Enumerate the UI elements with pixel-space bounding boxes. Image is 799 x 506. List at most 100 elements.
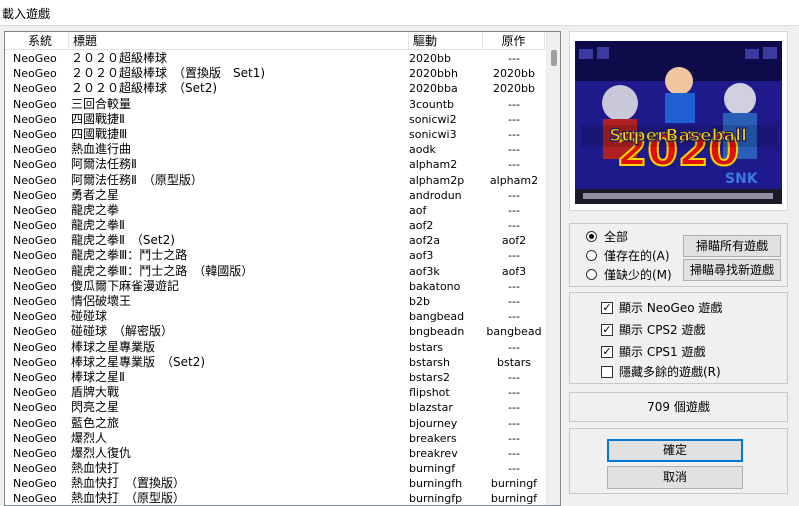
- row-title: 龍虎之拳Ⅲ：鬥士之路 （韓國版）: [71, 263, 254, 278]
- row-original: ---: [508, 279, 520, 293]
- table-row[interactable]: NeoGeo 棒球之星專業版 （Set2) bstarsh bstars: [5, 355, 545, 370]
- row-original: bstars: [496, 355, 532, 369]
- row-system: NeoGeo: [13, 82, 57, 96]
- table-row[interactable]: NeoGeo 阿爾法任務Ⅱ alpham2 ---: [5, 157, 545, 172]
- row-title: 爆烈人: [71, 430, 108, 445]
- preview-frame: 2020 SuperBaseball SNK: [569, 31, 788, 211]
- table-row[interactable]: NeoGeo 情侶破壞王 b2b ---: [5, 294, 545, 309]
- table-row[interactable]: NeoGeo ２０２０超級棒球 （置換版 Set1) 2020bbh 2020bb: [5, 66, 545, 81]
- table-row[interactable]: NeoGeo 碰碰球 （解密版） bngbeadn bangbead: [5, 324, 545, 339]
- row-system: NeoGeo: [13, 325, 57, 339]
- table-row[interactable]: NeoGeo 熱血快打 （置換版） burningfh burningf: [5, 476, 545, 491]
- row-title: 阿爾法任務Ⅱ: [71, 157, 137, 172]
- table-row[interactable]: NeoGeo 四國戰捷Ⅱ sonicwi2 ---: [5, 112, 545, 127]
- table-row[interactable]: NeoGeo 龍虎之拳Ⅲ：鬥士之路 （韓國版） aof3k aof3: [5, 264, 545, 279]
- row-driver: breakrev: [409, 446, 458, 460]
- row-driver: flipshot: [409, 386, 450, 400]
- preview-logo: SuperBaseball: [609, 126, 747, 146]
- list-scrollbar[interactable]: [546, 32, 560, 505]
- table-row[interactable]: NeoGeo 四國戰捷Ⅲ sonicwi3 ---: [5, 127, 545, 142]
- radio-missing[interactable]: [586, 269, 597, 280]
- row-system: NeoGeo: [13, 310, 57, 324]
- scrollbar-thumb[interactable]: [551, 50, 557, 66]
- row-system: NeoGeo: [13, 431, 57, 445]
- table-row[interactable]: NeoGeo 爆烈人 breakers ---: [5, 431, 545, 446]
- cancel-button[interactable]: 取消: [607, 466, 743, 489]
- row-system: NeoGeo: [13, 355, 57, 369]
- list-header: 系統 標題 驅動 原作: [5, 32, 545, 50]
- table-row[interactable]: NeoGeo 爆烈人復仇 breakrev ---: [5, 446, 545, 461]
- table-row[interactable]: NeoGeo ２０２０超級棒球 2020bb ---: [5, 51, 545, 66]
- column-header-original[interactable]: 原作: [483, 32, 545, 50]
- row-driver: 2020bbh: [409, 67, 458, 81]
- game-list[interactable]: 系統 標題 驅動 原作 NeoGeo ２０２０超級棒球 2020bb --- NeoGe…: [4, 31, 561, 506]
- row-driver: bakatono: [409, 279, 461, 293]
- table-row[interactable]: NeoGeo 熱血快打 （原型版） burningfp burningf: [5, 491, 545, 506]
- preview-art: 2020 SuperBaseball SNK: [575, 41, 782, 204]
- column-header-driver[interactable]: 驅動: [409, 32, 483, 50]
- row-title: ２０２０超級棒球: [71, 51, 168, 65]
- scan-new-button[interactable]: 掃瞄尋找新遊戲: [683, 259, 781, 281]
- table-row[interactable]: NeoGeo 棒球之星Ⅱ bstars2 ---: [5, 370, 545, 385]
- table-row[interactable]: NeoGeo 阿爾法任務Ⅱ （原型版） alpham2p alpham2: [5, 173, 545, 188]
- table-row[interactable]: NeoGeo 熱血快打 burningf ---: [5, 461, 545, 476]
- filter-option-missing-label: 僅缺少的(M): [604, 268, 672, 282]
- row-system: NeoGeo: [13, 386, 57, 400]
- ok-button[interactable]: 確定: [607, 439, 743, 462]
- show-neogeo-label: 顯示 NeoGeo 遊戲: [619, 301, 723, 315]
- column-header-system[interactable]: 系統: [5, 32, 69, 50]
- row-driver: bngbeadn: [409, 325, 465, 339]
- row-system: NeoGeo: [13, 295, 57, 308]
- table-row[interactable]: NeoGeo 龍虎之拳 aof ---: [5, 203, 545, 218]
- table-row[interactable]: NeoGeo 熱血進行曲 aodk ---: [5, 142, 545, 157]
- table-row[interactable]: NeoGeo 龍虎之拳Ⅲ：鬥士之路 aof3 ---: [5, 248, 545, 263]
- row-title: 四國戰捷Ⅲ: [71, 126, 128, 141]
- row-title: 三回合較量: [71, 96, 132, 111]
- row-driver: burningfp: [409, 492, 463, 506]
- table-row[interactable]: NeoGeo 龍虎之拳Ⅱ aof2 ---: [5, 218, 545, 233]
- row-driver: burningf: [409, 462, 456, 476]
- table-row[interactable]: NeoGeo 閃亮之星 blazstar ---: [5, 400, 545, 415]
- row-system: NeoGeo: [13, 188, 57, 202]
- table-row[interactable]: NeoGeo ２０２０超級棒球 （Set2) 2020bba 2020bb: [5, 81, 545, 96]
- show-cps1-label: 顯示 CPS1 遊戲: [619, 345, 706, 359]
- row-title: ２０２０超級棒球 （置換版 Set1): [71, 66, 266, 81]
- game-rows: NeoGeo ２０２０超級棒球 2020bb --- NeoGeo ２０２０超級棒球 （置…: [5, 51, 545, 506]
- show-cps1-checkbox[interactable]: ✓: [601, 346, 613, 358]
- row-driver: alpham2p: [409, 173, 465, 187]
- show-cps2-checkbox[interactable]: ✓: [601, 324, 613, 336]
- row-title: 盾牌大戰: [71, 385, 120, 400]
- table-row[interactable]: NeoGeo 棒球之星專業版 bstars ---: [5, 340, 545, 355]
- row-system: NeoGeo: [13, 249, 57, 263]
- scan-all-button[interactable]: 掃瞄所有遊戲: [683, 235, 781, 257]
- filter-option-existing-label: 僅存在的(A): [604, 249, 670, 263]
- row-driver: aof2a: [409, 234, 441, 248]
- row-title: 碰碰球: [71, 309, 108, 324]
- show-neogeo-checkbox[interactable]: ✓: [601, 302, 613, 314]
- radio-all[interactable]: [586, 231, 597, 242]
- table-row[interactable]: NeoGeo 勇者之星 androdun ---: [5, 188, 545, 203]
- table-row[interactable]: NeoGeo 龍虎之拳Ⅱ （Set2) aof2a aof2: [5, 233, 545, 248]
- row-title: 龍虎之拳Ⅲ：鬥士之路: [71, 248, 188, 263]
- table-row[interactable]: NeoGeo 盾牌大戰 flipshot ---: [5, 385, 545, 400]
- column-header-title[interactable]: 標題: [69, 32, 409, 50]
- row-system: NeoGeo: [13, 401, 57, 415]
- row-original: ---: [508, 249, 520, 263]
- radio-existing[interactable]: [586, 250, 597, 261]
- table-row[interactable]: NeoGeo 碰碰球 bangbead ---: [5, 309, 545, 324]
- action-group: 確定 取消: [569, 428, 788, 494]
- row-driver: bangbead: [409, 310, 465, 324]
- row-original: ---: [508, 370, 520, 384]
- table-row[interactable]: NeoGeo 藍色之旅 bjourney ---: [5, 416, 545, 431]
- row-system: NeoGeo: [13, 67, 57, 81]
- row-driver: bstarsh: [409, 355, 450, 369]
- table-row[interactable]: NeoGeo 三回合較量 3countb ---: [5, 97, 545, 112]
- row-system: NeoGeo: [13, 127, 57, 141]
- row-original: aof3: [501, 264, 527, 278]
- game-count: 709 個遊戲: [569, 392, 788, 422]
- row-title: ２０２０超級棒球 （Set2): [71, 81, 218, 96]
- hide-extra-checkbox[interactable]: [601, 366, 613, 378]
- table-row[interactable]: NeoGeo 傻瓜爾下麻雀漫遊記 bakatono ---: [5, 279, 545, 294]
- row-system: NeoGeo: [13, 492, 57, 506]
- row-driver: androdun: [409, 188, 462, 202]
